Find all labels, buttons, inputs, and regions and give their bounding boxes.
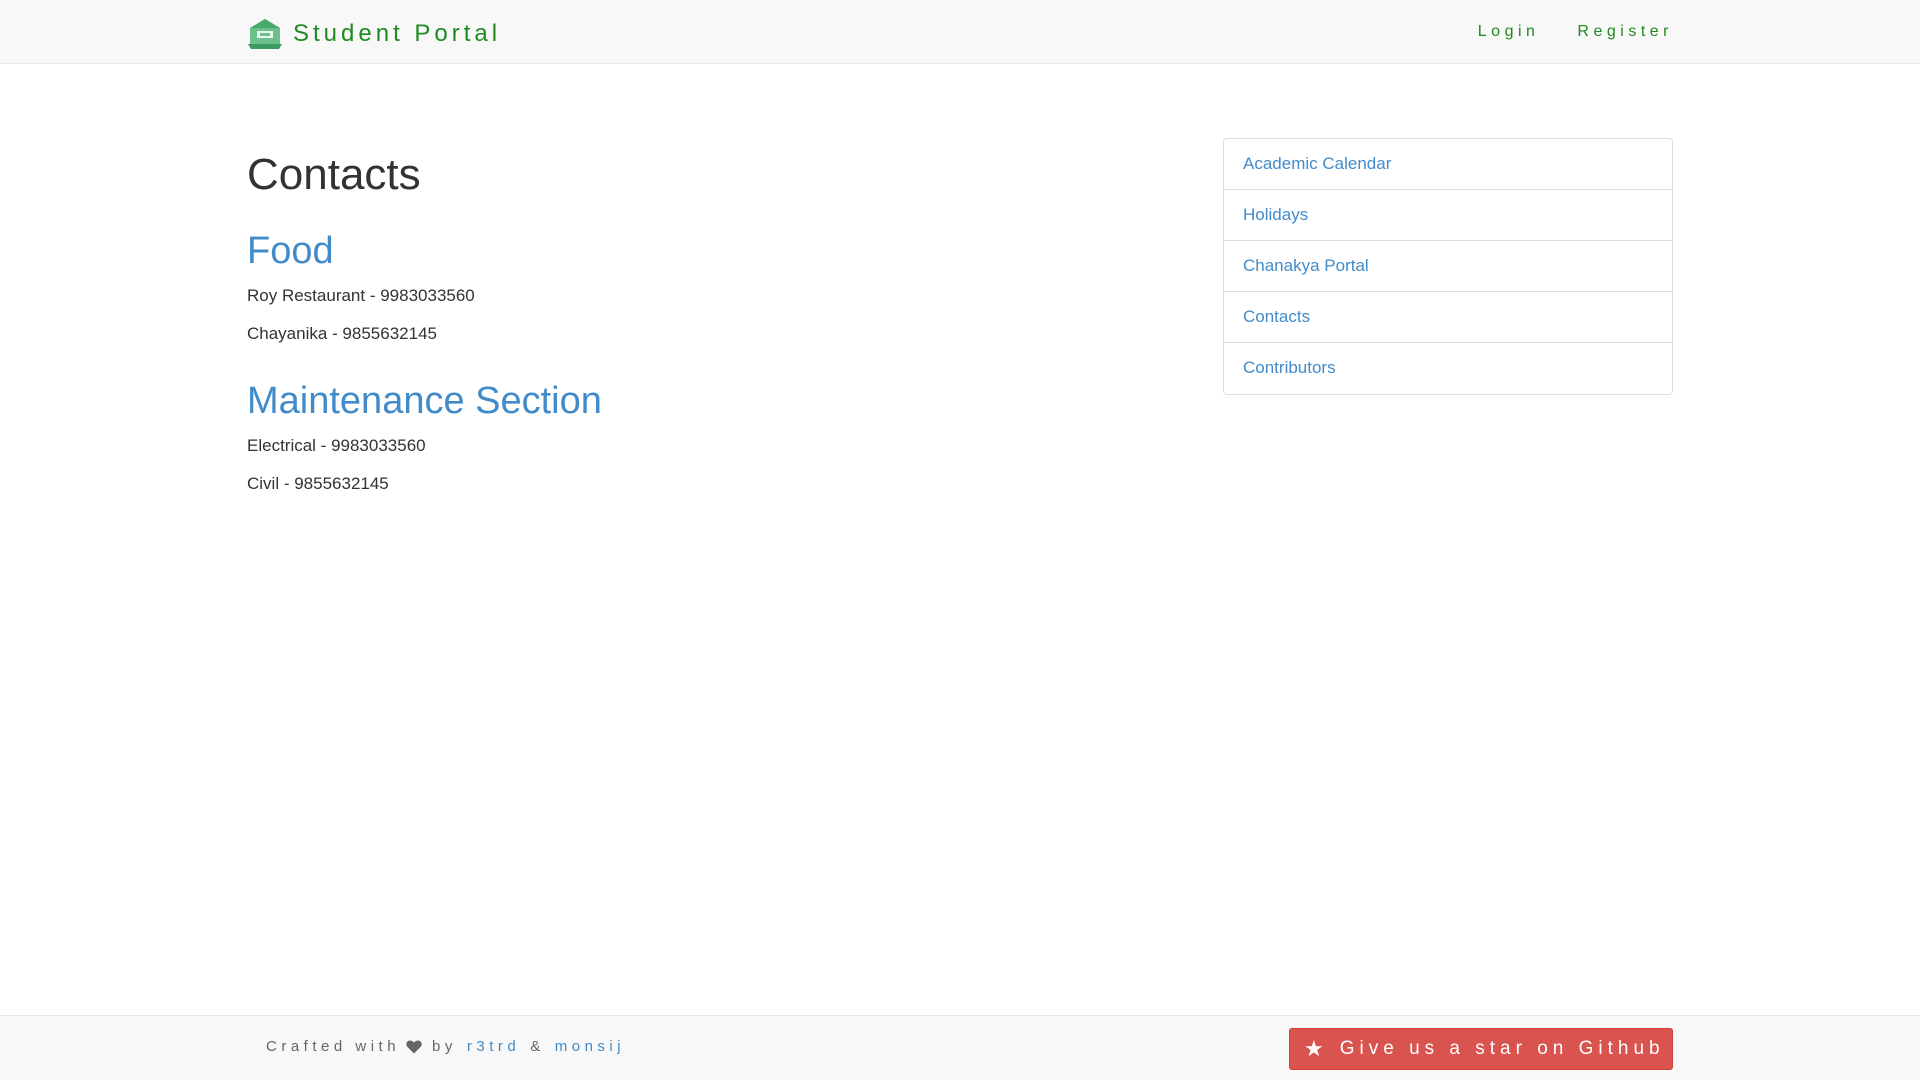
section-title: Maintenance Section <box>247 380 602 422</box>
contact-section-food: Food Roy Restaurant - 9983033560 Chayani… <box>247 228 947 344</box>
brand-name: Student Portal <box>293 20 502 47</box>
author-link-r3trd[interactable]: r3trd <box>467 1038 520 1055</box>
ampersand-text: & <box>530 1038 545 1055</box>
sidebar-item-chanakya-portal[interactable]: Chanakya Portal <box>1224 241 1672 292</box>
section-title: Food <box>247 230 334 272</box>
contact-item: Electrical - 9983033560 <box>247 436 426 455</box>
main-content: Contacts Food Roy Restaurant - 998303356… <box>247 148 947 528</box>
nav-links: Login Register <box>1440 0 1673 64</box>
github-star-button[interactable]: ★ Give us a star on Github <box>1289 1028 1673 1070</box>
navbar: Student Portal Login Register <box>0 0 1920 64</box>
footer-credit: Crafted with by r3trd & monsij <box>266 1038 625 1055</box>
page-title: Contacts <box>247 150 421 199</box>
contact-item: Roy Restaurant - 9983033560 <box>247 286 475 305</box>
contact-item: Chayanika - 9855632145 <box>247 324 437 343</box>
sidebar-item-academic-calendar[interactable]: Academic Calendar <box>1224 139 1672 190</box>
star-icon: ★ <box>1304 1036 1324 1061</box>
author-link-monsij[interactable]: monsij <box>555 1038 625 1055</box>
by-text: by <box>432 1038 457 1055</box>
crafted-text: Crafted with <box>266 1038 401 1055</box>
contact-item: Civil - 9855632145 <box>247 474 389 493</box>
sidebar-list: Academic Calendar Holidays Chanakya Port… <box>1223 138 1673 395</box>
footer: Crafted with by r3trd & monsij ★ Give us… <box>0 1015 1920 1080</box>
sidebar-item-contacts[interactable]: Contacts <box>1224 292 1672 343</box>
heart-icon <box>406 1040 422 1053</box>
sidebar-item-holidays[interactable]: Holidays <box>1224 190 1672 241</box>
sidebar-item-contributors[interactable]: Contributors <box>1224 343 1672 394</box>
brand-link[interactable]: Student Portal <box>247 16 501 52</box>
login-link[interactable]: Login <box>1478 23 1540 41</box>
contact-section-maintenance: Maintenance Section Electrical - 9983033… <box>247 378 947 494</box>
graduation-building-icon <box>248 19 282 49</box>
github-star-label: Give us a star on Github <box>1339 1038 1665 1059</box>
register-link[interactable]: Register <box>1577 23 1673 41</box>
